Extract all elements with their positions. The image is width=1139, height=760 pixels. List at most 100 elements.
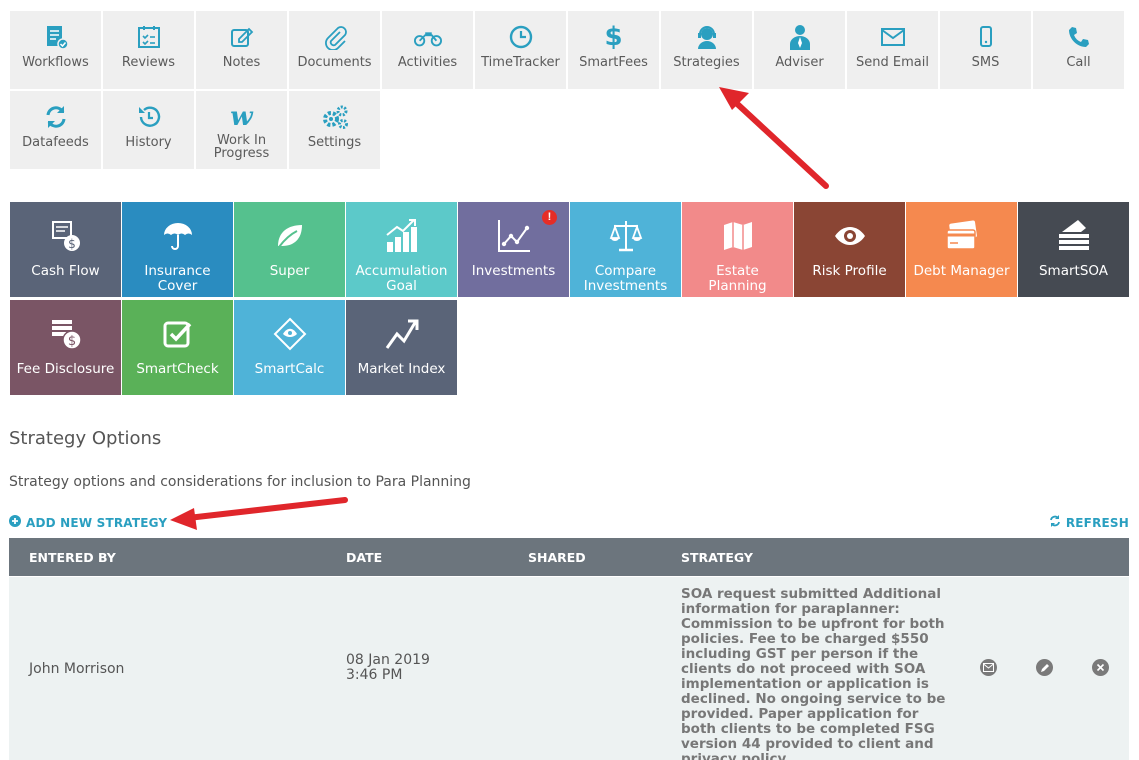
toolbar-call[interactable]: Call (1033, 11, 1124, 89)
phone-icon (1065, 23, 1093, 51)
column-date[interactable]: DATE (346, 550, 382, 565)
map-icon (718, 216, 758, 256)
tile-accumulation-goal[interactable]: Accumulation Goal (346, 202, 457, 297)
tile-debt-manager[interactable]: Debt Manager (906, 202, 1017, 297)
bar-growth-icon (382, 216, 422, 256)
email-row-button[interactable] (980, 659, 997, 676)
column-strategy[interactable]: STRATEGY (681, 550, 753, 565)
smartcalc-icon (270, 314, 310, 354)
dollar-icon: $ (604, 22, 623, 52)
toolbar-notes[interactable]: Notes (196, 11, 287, 89)
tile-compare-investments[interactable]: Compare Investments (570, 202, 681, 297)
trend-icon (382, 314, 422, 354)
toolbar-timetracker[interactable]: TimeTracker (475, 11, 566, 89)
mobile-icon (972, 23, 1000, 51)
tile-label: Risk Profile (812, 263, 887, 279)
history-icon (135, 103, 163, 131)
toolbar-reviews[interactable]: Reviews (103, 11, 194, 89)
gears-icon (321, 103, 349, 131)
toolbar-label: Settings (307, 135, 362, 150)
refresh-link[interactable]: REFRESH (1049, 515, 1129, 530)
tile-super[interactable]: Super (234, 202, 345, 297)
toolbar-datafeeds[interactable]: Datafeeds (10, 91, 101, 169)
svg-text:$: $ (68, 237, 76, 251)
toolbar-label: Activities (397, 55, 458, 70)
tile-label: Cash Flow (31, 263, 100, 279)
toolbar-label: Call (1066, 55, 1091, 70)
toolbar-label: Documents (297, 55, 372, 70)
refresh-label: REFRESH (1065, 515, 1129, 530)
tile-label: Investments (471, 263, 556, 279)
add-new-strategy-link[interactable]: ADD NEW STRATEGY (9, 515, 167, 530)
tile-investments[interactable]: ! Investments (458, 202, 569, 297)
pencil-icon (1040, 663, 1049, 672)
tile-estate-planning[interactable]: Estate Planning (682, 202, 793, 297)
edit-row-button[interactable] (1036, 659, 1053, 676)
toolbar-label: Workflows (22, 55, 89, 70)
reviews-icon (135, 23, 163, 51)
column-shared[interactable]: SHARED (528, 550, 586, 565)
tile-label: SmartSOA (1038, 263, 1109, 279)
toolbar-history[interactable]: History (103, 91, 194, 169)
notes-icon (228, 23, 256, 51)
tile-smartcalc[interactable]: SmartCalc (234, 300, 345, 395)
paperclip-icon (321, 23, 349, 51)
tile-label: Fee Disclosure (16, 361, 115, 377)
tile-label: Debt Manager (913, 263, 1010, 279)
tile-insurance-cover[interactable]: Insurance Cover (122, 202, 233, 297)
toolbar-label: Datafeeds (22, 135, 89, 150)
toolbar-label: SmartFees (579, 55, 648, 70)
tile-market-index[interactable]: Market Index (346, 300, 457, 395)
toolbar-label: SMS (971, 55, 1000, 70)
toolbar-documents[interactable]: Documents (289, 11, 380, 89)
fee-icon: $ (46, 314, 86, 354)
toolbar-strategies[interactable]: Strategies (661, 11, 752, 89)
toolbar-adviser[interactable]: Adviser (754, 11, 845, 89)
headset-icon (693, 23, 721, 51)
toolbar-work-in-progress[interactable]: w Work In Progress (196, 91, 287, 169)
toolbar-label: Adviser (775, 55, 824, 70)
tile-label: Compare Investments (583, 263, 668, 294)
plus-circle-icon (9, 515, 21, 530)
toolbar-settings[interactable]: Settings (289, 91, 380, 169)
svg-text:$: $ (67, 334, 75, 349)
tile-label: Super (269, 263, 310, 279)
tile-label: Accumulation Goal (355, 263, 448, 294)
toolbar-label: Strategies (673, 55, 740, 70)
toolbar-activities[interactable]: Activities (382, 11, 473, 89)
table-header: ENTERED BY DATE SHARED STRATEGY (9, 538, 1129, 576)
tile-smartsoa[interactable]: SmartSOA (1018, 202, 1129, 297)
toolbar-sms[interactable]: SMS (940, 11, 1031, 89)
tile-fee-disclosure[interactable]: $ Fee Disclosure (10, 300, 121, 395)
add-new-strategy-label: ADD NEW STRATEGY (26, 515, 168, 530)
section-description: Strategy options and considerations for … (9, 474, 471, 490)
refresh-icon (42, 103, 70, 131)
date-value: 08 Jan 2019 (346, 652, 430, 668)
tile-label: Insurance Cover (144, 263, 211, 294)
leaf-icon (270, 216, 310, 256)
check-icon (158, 314, 198, 354)
scales-icon (606, 216, 646, 256)
toolbar-smartfees[interactable]: $ SmartFees (568, 11, 659, 89)
entered-by-cell: John Morrison (29, 661, 125, 677)
table-row: John Morrison 08 Jan 2019 3:46 PM SOA re… (9, 577, 1129, 760)
motorbike-icon (413, 23, 442, 51)
close-icon (1096, 663, 1105, 672)
tile-label: Market Index (357, 361, 446, 377)
date-cell: 08 Jan 2019 3:46 PM (346, 653, 430, 683)
toolbar-label: Work In Progress (213, 133, 270, 161)
tile-cash-flow[interactable]: $ Cash Flow (10, 202, 121, 297)
eye-icon (830, 216, 870, 256)
toolbar-label: Notes (222, 55, 261, 70)
tile-smartcheck[interactable]: SmartCheck (122, 300, 233, 395)
toolbar-label: Send Email (856, 55, 929, 70)
tile-label: SmartCheck (136, 361, 219, 377)
workflows-icon (42, 23, 70, 51)
toolbar-send-email[interactable]: Send Email (847, 11, 938, 89)
refresh-icon (1049, 515, 1061, 530)
delete-row-button[interactable] (1092, 659, 1109, 676)
tile-label: Estate Planning (708, 263, 767, 294)
tile-risk-profile[interactable]: Risk Profile (794, 202, 905, 297)
column-entered-by[interactable]: ENTERED BY (29, 550, 116, 565)
toolbar-workflows[interactable]: Workflows (10, 11, 101, 89)
